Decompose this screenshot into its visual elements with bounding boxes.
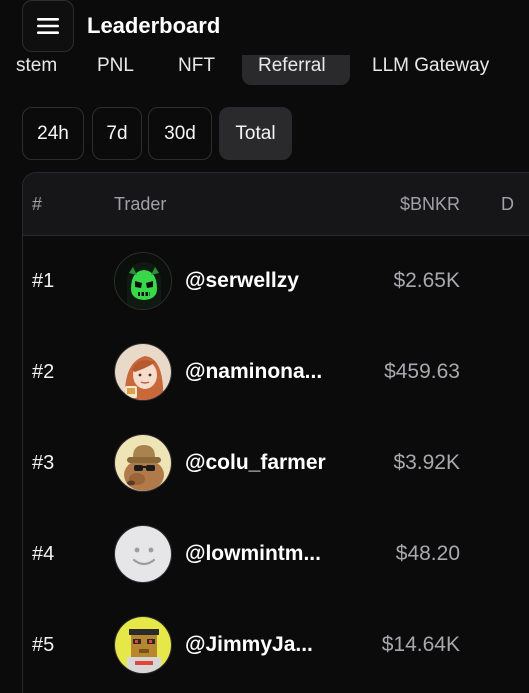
bnkr-amount: $48.20: [395, 542, 460, 565]
table-header: # Trader $BNKR D: [23, 173, 529, 236]
range-total-button[interactable]: Total: [219, 107, 292, 160]
rank-cell: #4: [32, 543, 55, 565]
trader-handle[interactable]: @naminona...: [185, 360, 322, 384]
capybara-cowboy-avatar: [114, 434, 172, 492]
table-row[interactable]: #4 @lowmintm... $48.20: [23, 509, 529, 600]
hooded-green-skull-avatar: [114, 252, 172, 310]
range-30d-button[interactable]: 30d: [148, 107, 212, 160]
tab-nft[interactable]: NFT: [178, 55, 215, 85]
rank-cell: #2: [32, 361, 55, 383]
hamburger-menu-icon: [37, 18, 59, 34]
tab-stem[interactable]: stem: [16, 55, 57, 85]
top-bar: Leaderboard: [0, 0, 529, 55]
tab-pnl[interactable]: PNL: [97, 55, 134, 85]
trader-handle[interactable]: @JimmyJa...: [185, 633, 313, 657]
tab-llm-gateway[interactable]: LLM Gateway: [372, 55, 489, 85]
column-header-rank: #: [32, 194, 43, 214]
tab-referral[interactable]: Referral: [242, 55, 350, 85]
rank-cell: #1: [32, 270, 55, 292]
leaderboard-table: # Trader $BNKR D #1 @serwellzy $2.65K #2…: [22, 172, 529, 693]
column-header-trader: Trader: [114, 194, 167, 214]
table-row[interactable]: #2 @naminona... $459.63: [23, 327, 529, 418]
default-smiley-avatar: [114, 525, 172, 583]
pixel-cat-avatar: [114, 616, 172, 674]
table-row[interactable]: #3 @colu_farmer $3.92K: [23, 418, 529, 509]
range-24h-button[interactable]: 24h: [22, 107, 84, 160]
table-row[interactable]: #1 @serwellzy $2.65K: [23, 236, 529, 327]
category-tabs: stem PNL NFT Referral LLM Gateway: [0, 55, 529, 97]
rank-cell: #5: [32, 634, 55, 656]
trader-handle[interactable]: @serwellzy: [185, 269, 299, 293]
range-7d-button[interactable]: 7d: [92, 107, 142, 160]
page-title: Leaderboard: [87, 13, 221, 38]
trader-handle[interactable]: @lowmintm...: [185, 542, 321, 566]
bnkr-amount: $2.65K: [393, 269, 460, 292]
red-haired-girl-avatar: [114, 343, 172, 401]
bnkr-amount: $3.92K: [393, 451, 460, 474]
table-row[interactable]: #5 @JimmyJa... $14.64K: [23, 600, 529, 691]
bnkr-amount: $459.63: [384, 360, 460, 383]
menu-button[interactable]: [22, 0, 74, 52]
column-header-bnkr[interactable]: $BNKR: [400, 194, 460, 215]
rank-cell: #3: [32, 452, 55, 474]
column-header-d[interactable]: D: [501, 194, 514, 215]
trader-handle[interactable]: @colu_farmer: [185, 451, 326, 475]
bnkr-amount: $14.64K: [381, 633, 460, 656]
